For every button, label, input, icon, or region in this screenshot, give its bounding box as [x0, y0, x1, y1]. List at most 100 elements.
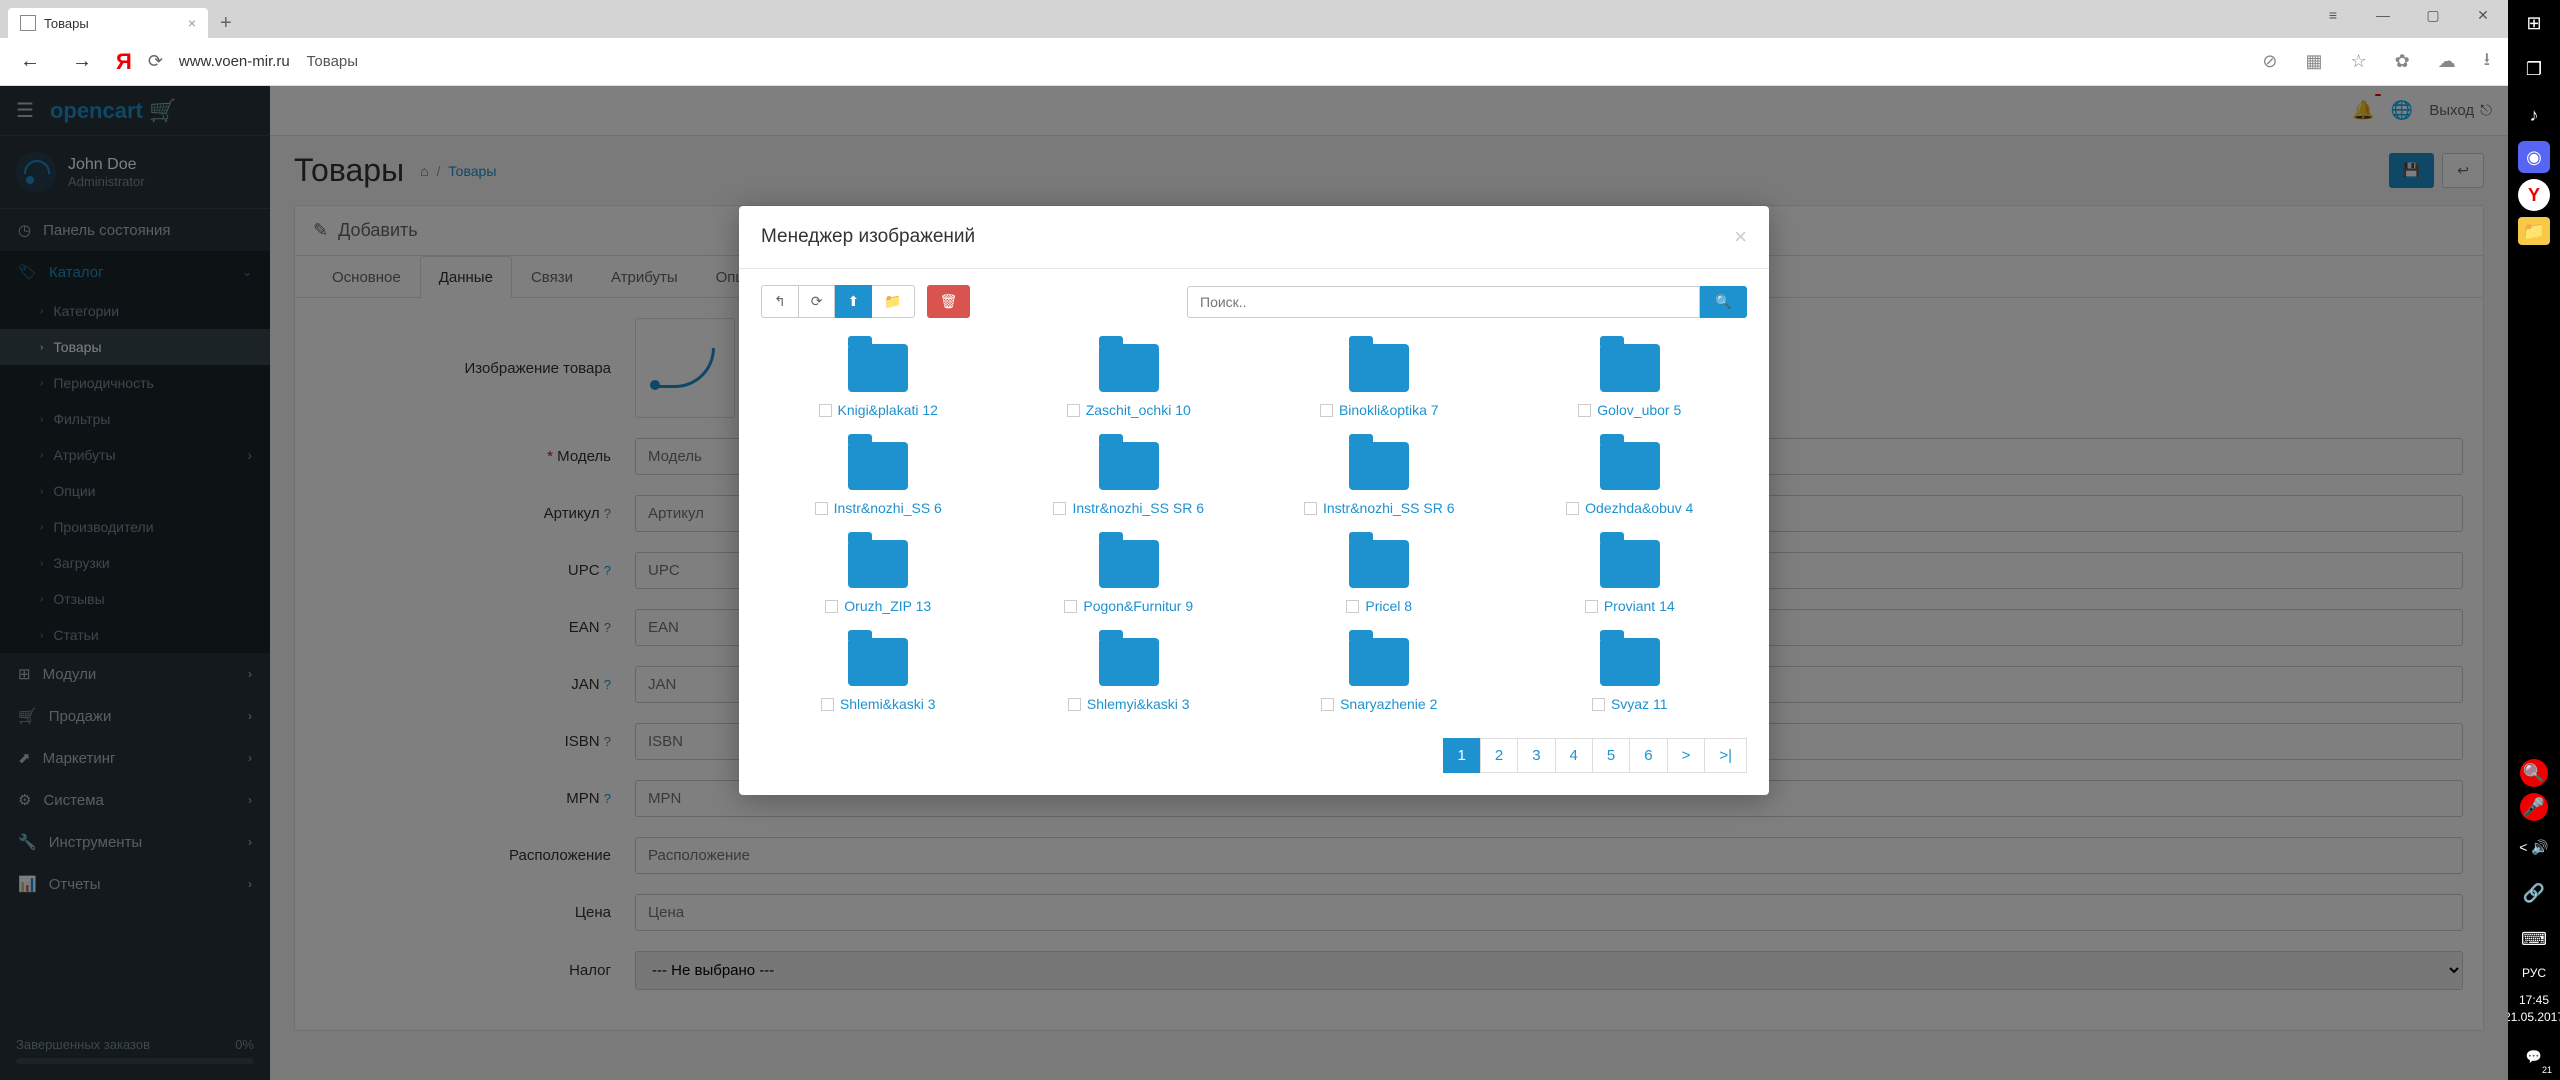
maximize-button[interactable]: ▢ — [2408, 0, 2458, 30]
upload-button[interactable]: ⬆ — [835, 285, 872, 318]
folder-label[interactable]: Shlemyi&kaski 3 — [1012, 696, 1247, 712]
folder-label[interactable]: Pricel 8 — [1262, 598, 1497, 614]
new-tab-button[interactable]: + — [212, 8, 240, 39]
delete-button[interactable]: 🗑 — [927, 285, 971, 318]
folder-checkbox[interactable] — [1304, 502, 1317, 515]
tab-close-icon[interactable]: × — [188, 15, 196, 31]
parent-folder-button[interactable]: ↰ — [761, 285, 799, 318]
notifications-icon[interactable]: 💬21 — [2514, 1037, 2554, 1077]
folder-label[interactable]: Shlemi&kaski 3 — [761, 696, 996, 712]
folder-item[interactable]: Pricel 8 — [1262, 540, 1497, 614]
language-indicator[interactable]: РУС — [2522, 962, 2546, 984]
folder-checkbox[interactable] — [1321, 698, 1334, 711]
tray-expand-icon[interactable]: < 🔊 — [2514, 827, 2554, 867]
folder-label[interactable]: Snaryazhenie 2 — [1262, 696, 1497, 712]
bookmark-star-icon[interactable]: ☆ — [2344, 51, 2372, 72]
search-button[interactable]: 🔍 — [1700, 286, 1747, 318]
browser-tab[interactable]: Товары × — [8, 8, 208, 38]
folder-item[interactable]: Golov_ubor 5 — [1513, 344, 1748, 418]
folder-label[interactable]: Instr&nozhi_SS 6 — [761, 500, 996, 516]
folder-item[interactable]: Shlemi&kaski 3 — [761, 638, 996, 712]
minimize-button[interactable]: — — [2358, 0, 2408, 30]
folder-name: Svyaz 11 — [1611, 696, 1668, 712]
clock[interactable]: 17:45 21.05.2017 — [2504, 984, 2560, 1034]
folder-item[interactable]: Instr&nozhi_SS SR 6 — [1262, 442, 1497, 516]
page-button[interactable]: 4 — [1555, 738, 1593, 773]
browser-menu-icon[interactable]: ≡ — [2308, 0, 2358, 30]
page-button[interactable]: >| — [1704, 738, 1747, 773]
search-input[interactable] — [1187, 286, 1700, 318]
mic-circle-icon[interactable]: 🎤 — [2520, 793, 2548, 821]
music-icon[interactable]: ♪ — [2514, 95, 2554, 135]
url-display[interactable]: www.voen-mir.ru Товары — [179, 53, 2240, 70]
folder-checkbox[interactable] — [1053, 502, 1066, 515]
folder-checkbox[interactable] — [1585, 600, 1598, 613]
refresh-button[interactable]: ⟳ — [799, 285, 836, 318]
folder-item[interactable]: Oruzh_ZIP 13 — [761, 540, 996, 614]
folder-label[interactable]: Knigi&plakati 12 — [761, 402, 996, 418]
leaf-icon[interactable]: ✿ — [2389, 51, 2416, 72]
folder-checkbox[interactable] — [1067, 404, 1080, 417]
folder-checkbox[interactable] — [1592, 698, 1605, 711]
page-button[interactable]: > — [1667, 738, 1706, 773]
folder-label[interactable]: Proviant 14 — [1513, 598, 1748, 614]
search-circle-icon[interactable]: 🔍 — [2520, 759, 2548, 787]
download-icon[interactable]: ⭳ — [2478, 47, 2496, 77]
folder-checkbox[interactable] — [1566, 502, 1579, 515]
page-button[interactable]: 6 — [1629, 738, 1667, 773]
folder-label[interactable]: Binokli&optika 7 — [1262, 402, 1497, 418]
link-icon[interactable]: 🔗 — [2514, 873, 2554, 913]
folder-label[interactable]: Instr&nozhi_SS SR 6 — [1012, 500, 1247, 516]
new-folder-button[interactable]: 📁 — [872, 285, 914, 318]
yandex-logo-icon[interactable]: Я — [116, 49, 132, 75]
folder-item[interactable]: Snaryazhenie 2 — [1262, 638, 1497, 712]
file-explorer-icon[interactable]: 📁 — [2518, 217, 2550, 245]
clock-time: 17:45 — [2504, 992, 2560, 1009]
folder-item[interactable]: Zaschit_ochki 10 — [1012, 344, 1247, 418]
extension-icon[interactable]: ▦ — [2299, 51, 2328, 72]
page-button[interactable]: 1 — [1443, 738, 1481, 773]
folder-label[interactable]: Zaschit_ochki 10 — [1012, 402, 1247, 418]
keyboard-icon[interactable]: ⌨ — [2514, 919, 2554, 959]
folder-item[interactable]: Binokli&optika 7 — [1262, 344, 1497, 418]
discord-icon[interactable]: ◉ — [2518, 141, 2550, 173]
folder-item[interactable]: Knigi&plakati 12 — [761, 344, 996, 418]
folder-checkbox[interactable] — [819, 404, 832, 417]
folder-item[interactable]: Odezhda&obuv 4 — [1513, 442, 1748, 516]
folder-checkbox[interactable] — [1320, 404, 1333, 417]
folder-checkbox[interactable] — [1068, 698, 1081, 711]
folder-label[interactable]: Odezhda&obuv 4 — [1513, 500, 1748, 516]
folder-checkbox[interactable] — [825, 600, 838, 613]
forward-button[interactable]: → — [64, 46, 100, 77]
folder-item[interactable]: Instr&nozhi_SS 6 — [761, 442, 996, 516]
windows-start-icon[interactable]: ⊞ — [2514, 3, 2554, 43]
folder-item[interactable]: Shlemyi&kaski 3 — [1012, 638, 1247, 712]
yandex-browser-icon[interactable]: Y — [2518, 179, 2550, 211]
page-button[interactable]: 2 — [1480, 738, 1518, 773]
folder-checkbox[interactable] — [1346, 600, 1359, 613]
folder-label[interactable]: Golov_ubor 5 — [1513, 402, 1748, 418]
app-content: ☰ opencart 🛒 John Doe Administrator ◷Пан… — [0, 86, 2508, 1080]
folder-item[interactable]: Svyaz 11 — [1513, 638, 1748, 712]
folder-checkbox[interactable] — [1064, 600, 1077, 613]
page-button[interactable]: 3 — [1517, 738, 1555, 773]
folder-item[interactable]: Pogon&Furnitur 9 — [1012, 540, 1247, 614]
reload-button[interactable]: ⟳ — [148, 51, 163, 72]
folder-name: Instr&nozhi_SS SR 6 — [1072, 500, 1204, 516]
back-button[interactable]: ← — [12, 46, 48, 77]
folder-label[interactable]: Svyaz 11 — [1513, 696, 1748, 712]
folder-label[interactable]: Instr&nozhi_SS SR 6 — [1262, 500, 1497, 516]
folder-checkbox[interactable] — [1578, 404, 1591, 417]
folder-label[interactable]: Pogon&Furnitur 9 — [1012, 598, 1247, 614]
folder-checkbox[interactable] — [821, 698, 834, 711]
cloud-icon[interactable]: ☁ — [2432, 51, 2462, 72]
shield-icon[interactable]: ⊘ — [2256, 51, 2283, 72]
modal-close-icon[interactable]: × — [1734, 224, 1747, 250]
close-window-button[interactable]: ✕ — [2458, 0, 2508, 30]
taskview-icon[interactable]: ❐ — [2514, 49, 2554, 89]
page-button[interactable]: 5 — [1592, 738, 1630, 773]
folder-checkbox[interactable] — [815, 502, 828, 515]
folder-label[interactable]: Oruzh_ZIP 13 — [761, 598, 996, 614]
folder-item[interactable]: Instr&nozhi_SS SR 6 — [1012, 442, 1247, 516]
folder-item[interactable]: Proviant 14 — [1513, 540, 1748, 614]
